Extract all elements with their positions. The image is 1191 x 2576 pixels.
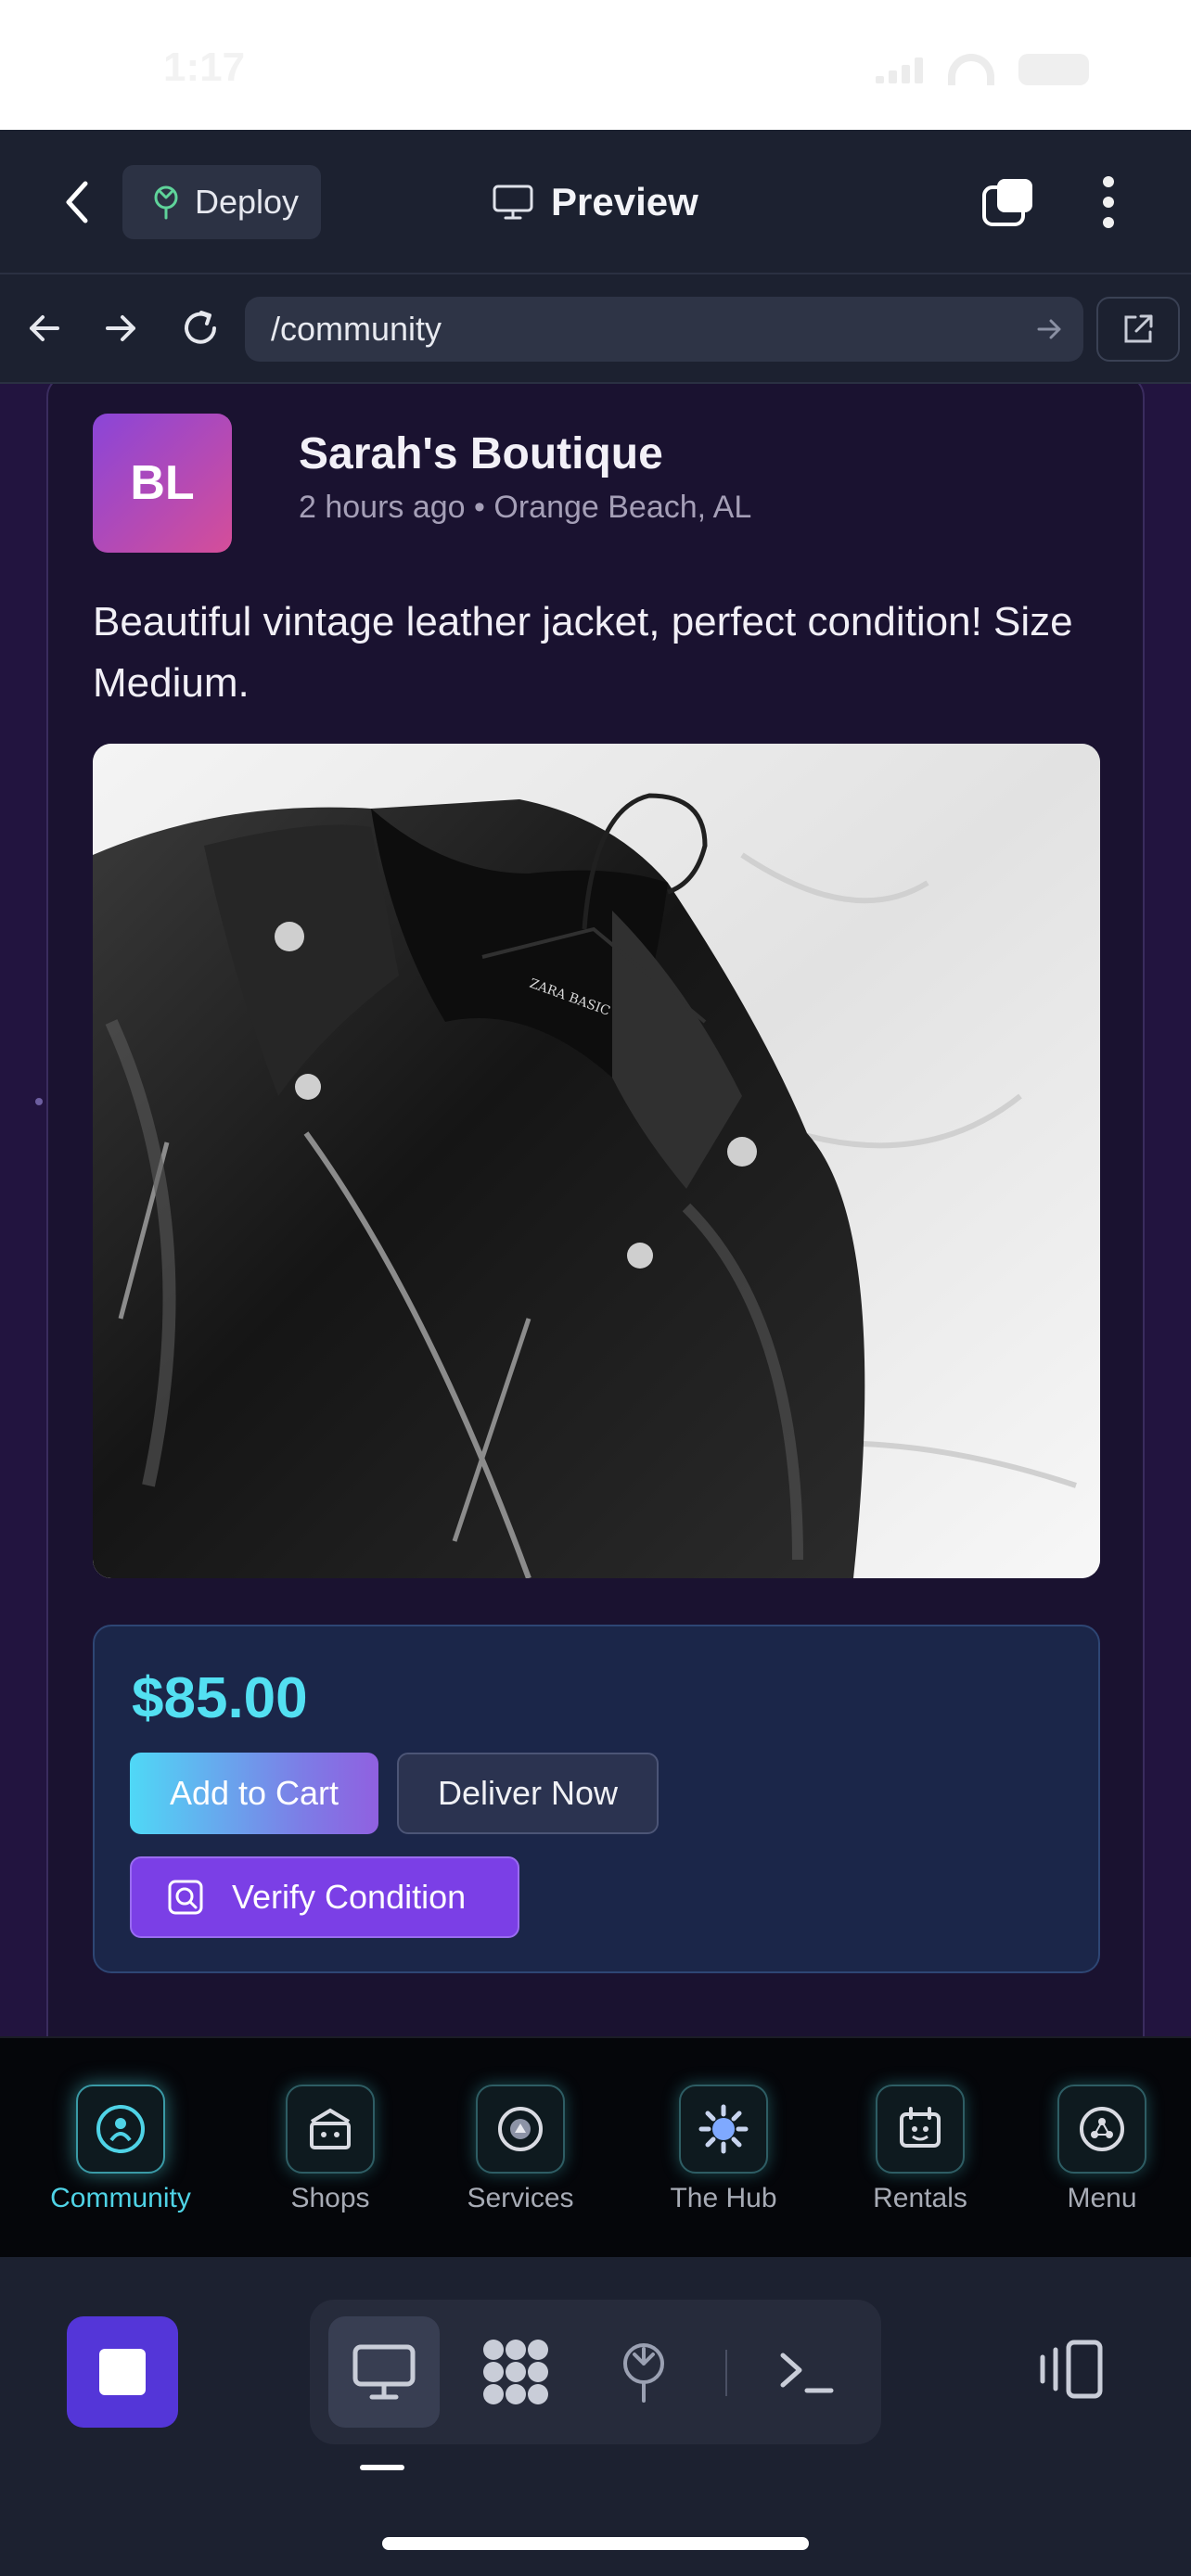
cellular-signal-icon xyxy=(876,56,924,83)
page-title: Preview xyxy=(551,180,698,223)
browser-forward-button[interactable] xyxy=(95,302,147,354)
terminal-icon xyxy=(780,2353,834,2393)
deploy-tree-icon xyxy=(154,185,178,220)
post-meta: 2 hours ago • Orange Beach, AL xyxy=(299,490,751,526)
scroll-edge-dot xyxy=(35,1098,43,1105)
purchase-panel: $85.00 Add to Cart Deliver Now Verify Co… xyxy=(93,1625,1100,1973)
tab-rentals[interactable]: Rentals xyxy=(832,2085,1008,2214)
leather-jacket-image: ZARA BASIC xyxy=(93,744,1100,1578)
url-input[interactable]: /community xyxy=(245,297,1083,362)
tab-community[interactable]: Community xyxy=(32,2085,209,2214)
verify-condition-button[interactable]: Verify Condition xyxy=(130,1856,519,1938)
verify-condition-label: Verify Condition xyxy=(232,1878,467,1916)
chevron-left-icon xyxy=(66,181,88,223)
tab-label-community: Community xyxy=(50,2183,191,2213)
url-text: /community xyxy=(271,310,442,348)
status-icons xyxy=(876,54,1089,85)
status-bar: 1:17 xyxy=(0,0,1191,130)
tabs-button[interactable] xyxy=(981,176,1035,228)
active-view-indicator xyxy=(360,2465,404,2470)
shop-icon xyxy=(286,2085,375,2174)
url-toolbar: /community xyxy=(0,274,1191,384)
shop-name[interactable]: Sarah's Boutique xyxy=(299,428,663,479)
tab-label-the-hub: The Hub xyxy=(670,2183,777,2213)
add-to-cart-button[interactable]: Add to Cart xyxy=(130,1753,378,1834)
device-toggle-button[interactable] xyxy=(1035,2337,1106,2402)
toolbar-separator xyxy=(725,2350,727,2396)
tab-label-services: Services xyxy=(467,2183,574,2213)
tab-shops[interactable]: Shops xyxy=(242,2085,418,2214)
status-time: 1:17 xyxy=(163,45,246,90)
monitor-icon xyxy=(352,2344,416,2400)
browser-back-button[interactable] xyxy=(19,302,70,354)
deploy-label: Deploy xyxy=(195,183,300,221)
wifi-icon xyxy=(948,54,994,85)
tab-label-menu: Menu xyxy=(1067,2183,1137,2213)
deliver-now-button[interactable]: Deliver Now xyxy=(397,1753,659,1834)
community-feed[interactable]: BL Sarah's Boutique 2 hours ago • Orange… xyxy=(0,384,1191,2036)
view-switcher xyxy=(310,2300,881,2444)
arrow-right-icon xyxy=(106,315,135,341)
price: $85.00 xyxy=(132,1666,308,1730)
home-indicator xyxy=(382,2537,809,2550)
tab-the-hub[interactable]: The Hub xyxy=(635,2085,812,2214)
monitor-icon xyxy=(493,185,533,220)
bottom-tab-bar: Community Shops Services The Hub Rentals… xyxy=(0,2036,1191,2257)
terminal-button[interactable] xyxy=(751,2316,863,2428)
arrow-left-icon xyxy=(30,315,59,341)
post-location: Orange Beach, AL xyxy=(493,490,752,525)
tabs-icon xyxy=(982,179,1032,226)
menu-icon xyxy=(1057,2085,1146,2174)
app-header: Deploy Preview xyxy=(0,130,1191,274)
device-layout-icon xyxy=(1040,2340,1103,2399)
tab-label-shops: Shops xyxy=(290,2183,370,2213)
deploy-tree-icon xyxy=(623,2343,664,2403)
community-icon xyxy=(76,2085,165,2174)
external-link-icon xyxy=(1124,314,1153,343)
preview-view-button[interactable] xyxy=(328,2316,440,2428)
add-to-cart-label: Add to Cart xyxy=(169,1774,339,1812)
avatar[interactable]: BL xyxy=(93,414,232,553)
tab-label-rentals: Rentals xyxy=(873,2183,967,2213)
reload-icon xyxy=(185,311,216,344)
deliver-now-label: Deliver Now xyxy=(437,1774,619,1812)
rentals-icon xyxy=(876,2085,965,2174)
more-options-icon[interactable] xyxy=(1095,171,1122,234)
tab-menu[interactable]: Menu xyxy=(1014,2085,1190,2214)
post-time: 2 hours ago xyxy=(299,490,466,525)
post-card: BL Sarah's Boutique 2 hours ago • Orange… xyxy=(46,384,1145,2036)
services-icon xyxy=(476,2085,565,2174)
deploy-button[interactable]: Deploy xyxy=(122,165,321,239)
apps-view-button[interactable] xyxy=(460,2316,571,2428)
workspace-toolbar xyxy=(0,2257,1191,2576)
apps-grid-icon xyxy=(483,2340,548,2404)
go-arrow-icon[interactable] xyxy=(1033,313,1065,345)
product-photo[interactable]: ZARA BASIC xyxy=(93,744,1100,1578)
stop-icon xyxy=(99,2349,146,2395)
inspect-icon xyxy=(168,1880,203,1915)
post-text: Beautiful vintage leather jacket, perfec… xyxy=(93,599,1073,706)
battery-icon xyxy=(1018,54,1089,85)
stop-button[interactable] xyxy=(67,2316,178,2428)
meta-separator: • xyxy=(474,490,485,525)
back-button[interactable] xyxy=(56,174,102,230)
open-external-button[interactable] xyxy=(1096,297,1180,362)
tab-services[interactable]: Services xyxy=(432,2085,608,2214)
avatar-initials: BL xyxy=(130,456,195,510)
reload-button[interactable] xyxy=(174,302,226,354)
hub-icon xyxy=(679,2085,768,2174)
deploy-view-button[interactable] xyxy=(588,2316,699,2428)
preview-title: Preview xyxy=(492,174,698,230)
